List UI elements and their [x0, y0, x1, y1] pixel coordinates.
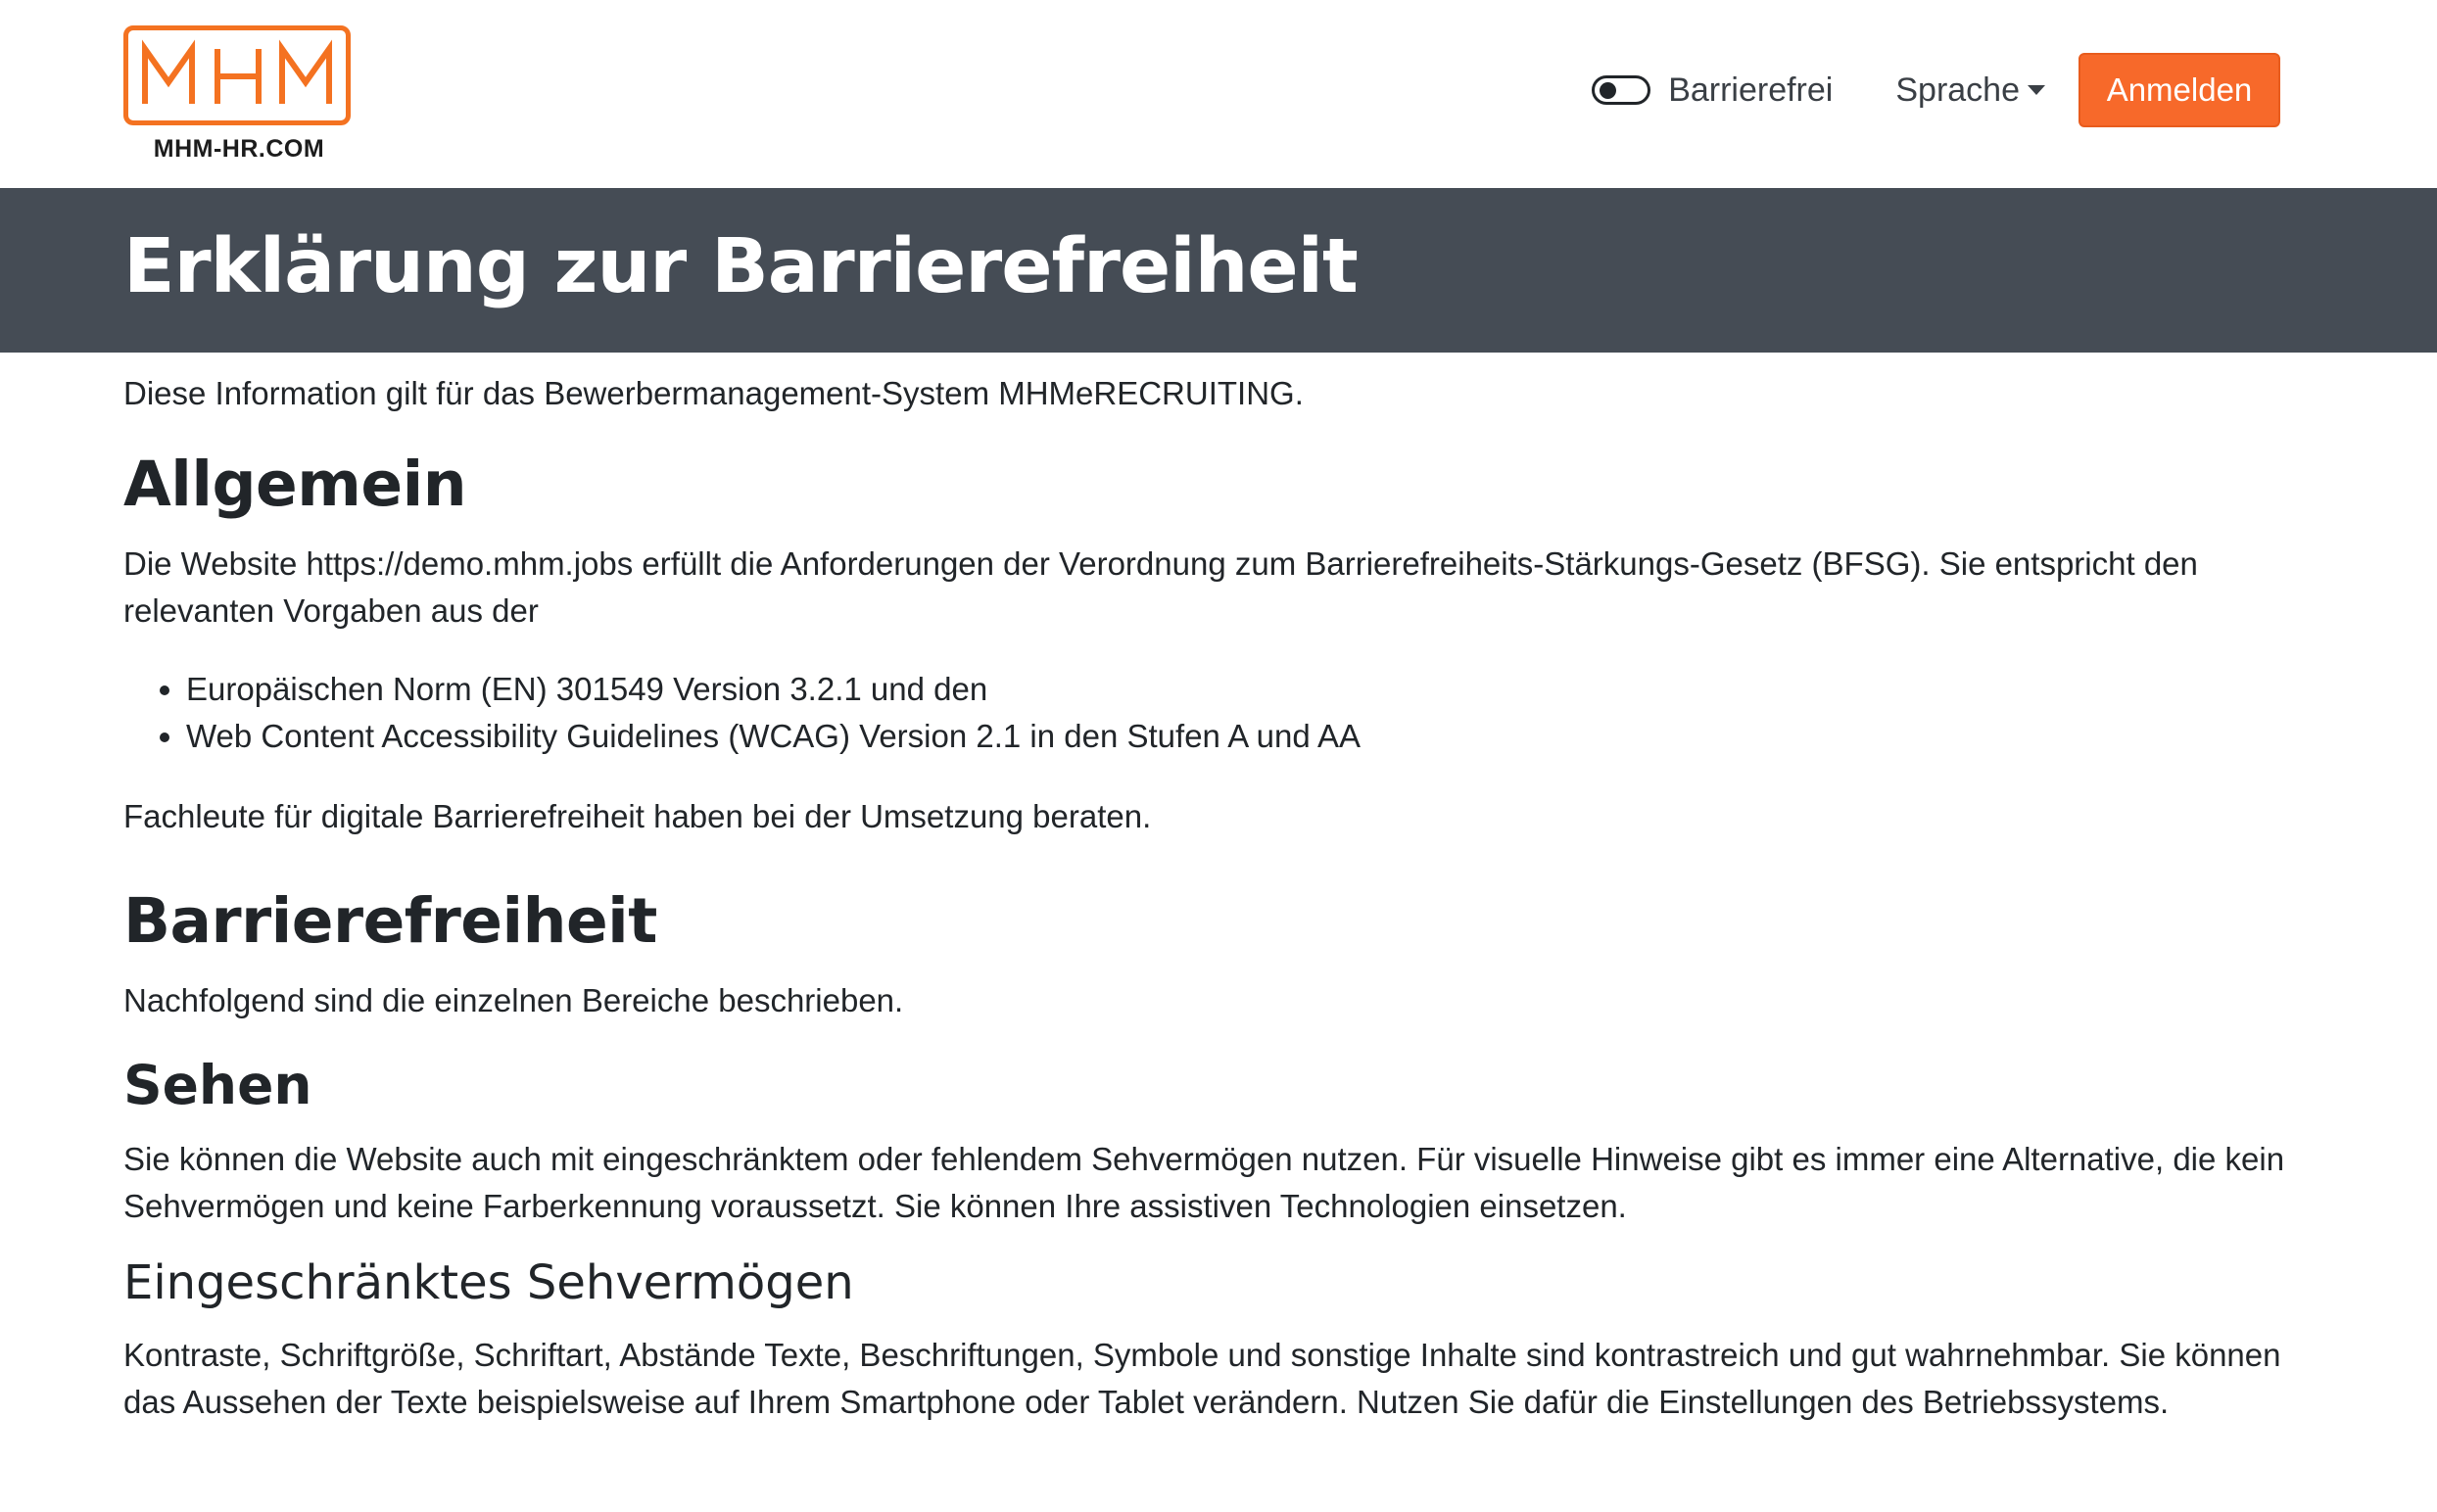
list-item: Europäischen Norm (EN) 301549 Version 3.… [186, 666, 1361, 713]
accessibility-toggle-label: Barrierefrei [1668, 71, 1834, 109]
toggle-knob [1600, 82, 1617, 99]
toggle-switch[interactable] [1592, 75, 1651, 105]
section-heading-general: Allgemein [123, 449, 467, 520]
list-item: Web Content Accessibility Guidelines (WC… [186, 713, 1361, 760]
mhm-logo[interactable]: MHM-HR.COM [123, 25, 357, 172]
page-title: Erklärung zur Barrierefreiheit [123, 223, 1359, 310]
accessibility-toggle[interactable]: Barrierefrei [1592, 71, 1833, 110]
caret-down-icon [2028, 85, 2045, 95]
intro-text: Diese Information gilt für das Bewerberm… [123, 375, 1304, 411]
standards-list: Europäischen Norm (EN) 301549 Version 3.… [123, 666, 1361, 760]
language-dropdown-label: Sprache [1895, 71, 2020, 109]
login-button[interactable]: Anmelden [2079, 53, 2280, 127]
logo-subtitle: MHM-HR.COM [153, 135, 325, 163]
language-dropdown[interactable]: Sprache [1895, 71, 2045, 110]
header-nav: Barrierefrei Sprache Anmelden [1592, 53, 2280, 127]
experts-note: Fachleute für digitale Barrierefreiheit … [123, 798, 1152, 834]
page-title-banner: Erklärung zur Barrierefreiheit [0, 188, 2437, 353]
logo-mhm-wordmark [142, 39, 332, 104]
general-paragraph: Die Website https://demo.mhm.jobs erfüll… [123, 545, 2198, 629]
accessibility-paragraph: Nachfolgend sind die einzelnen Bereiche … [123, 982, 904, 1018]
limited-vision-paragraph: Kontraste, Schriftgröße, Schriftart, Abs… [123, 1337, 2281, 1420]
section-heading-seeing: Sehen [123, 1054, 312, 1116]
top-navbar: MHM-HR.COM Barrierefrei Sprache Anmelden [0, 0, 2437, 188]
seeing-paragraph: Sie können die Website auch mit eingesch… [123, 1141, 2285, 1224]
section-heading-limited-vision: Eingeschränktes Sehvermögen [123, 1255, 854, 1310]
section-heading-accessibility: Barrierefreiheit [123, 885, 657, 957]
